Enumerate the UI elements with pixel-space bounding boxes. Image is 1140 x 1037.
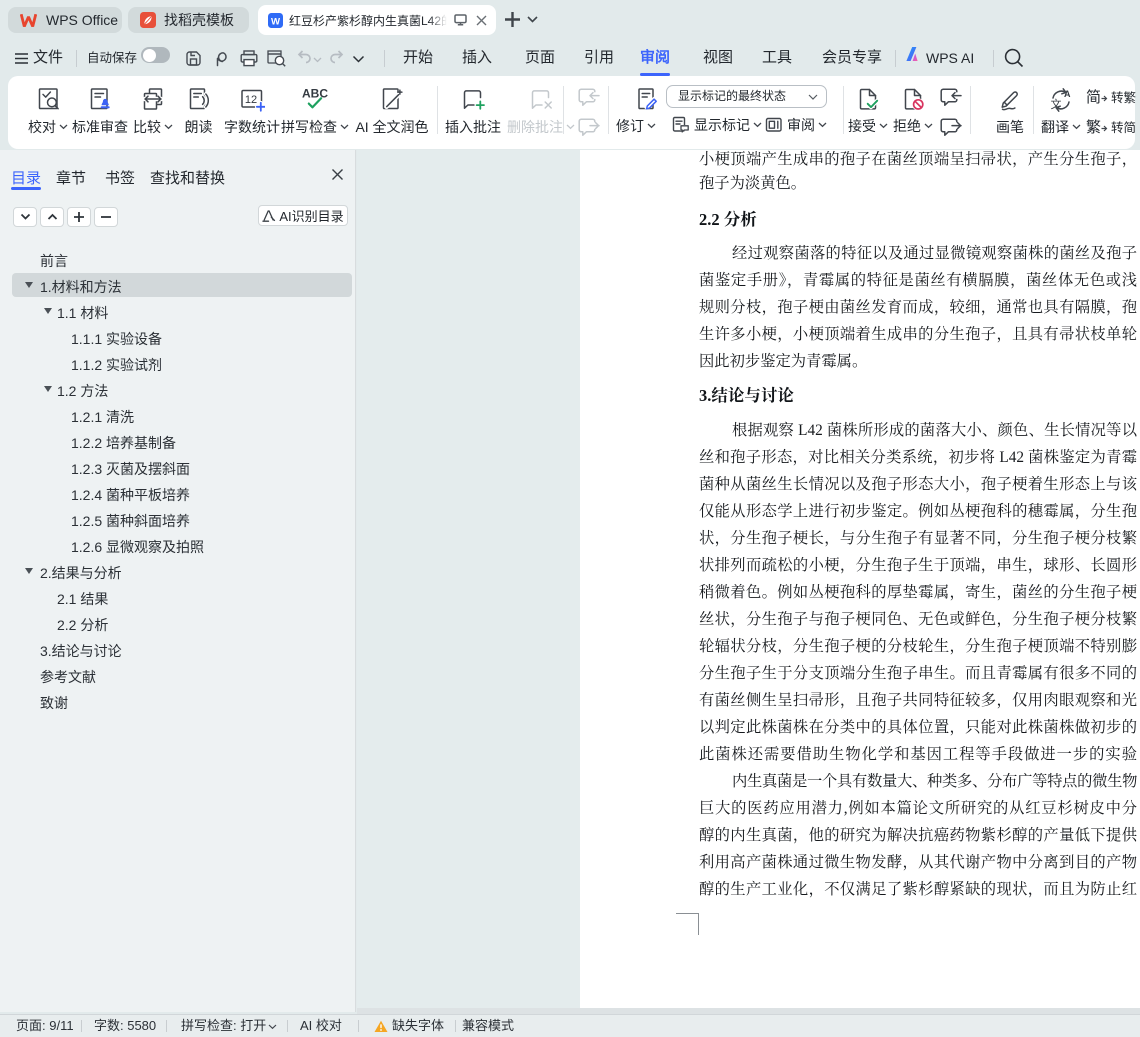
- svg-text:ABC: ABC: [302, 87, 328, 101]
- svg-text:12: 12: [245, 94, 257, 106]
- svg-text:W: W: [271, 16, 281, 27]
